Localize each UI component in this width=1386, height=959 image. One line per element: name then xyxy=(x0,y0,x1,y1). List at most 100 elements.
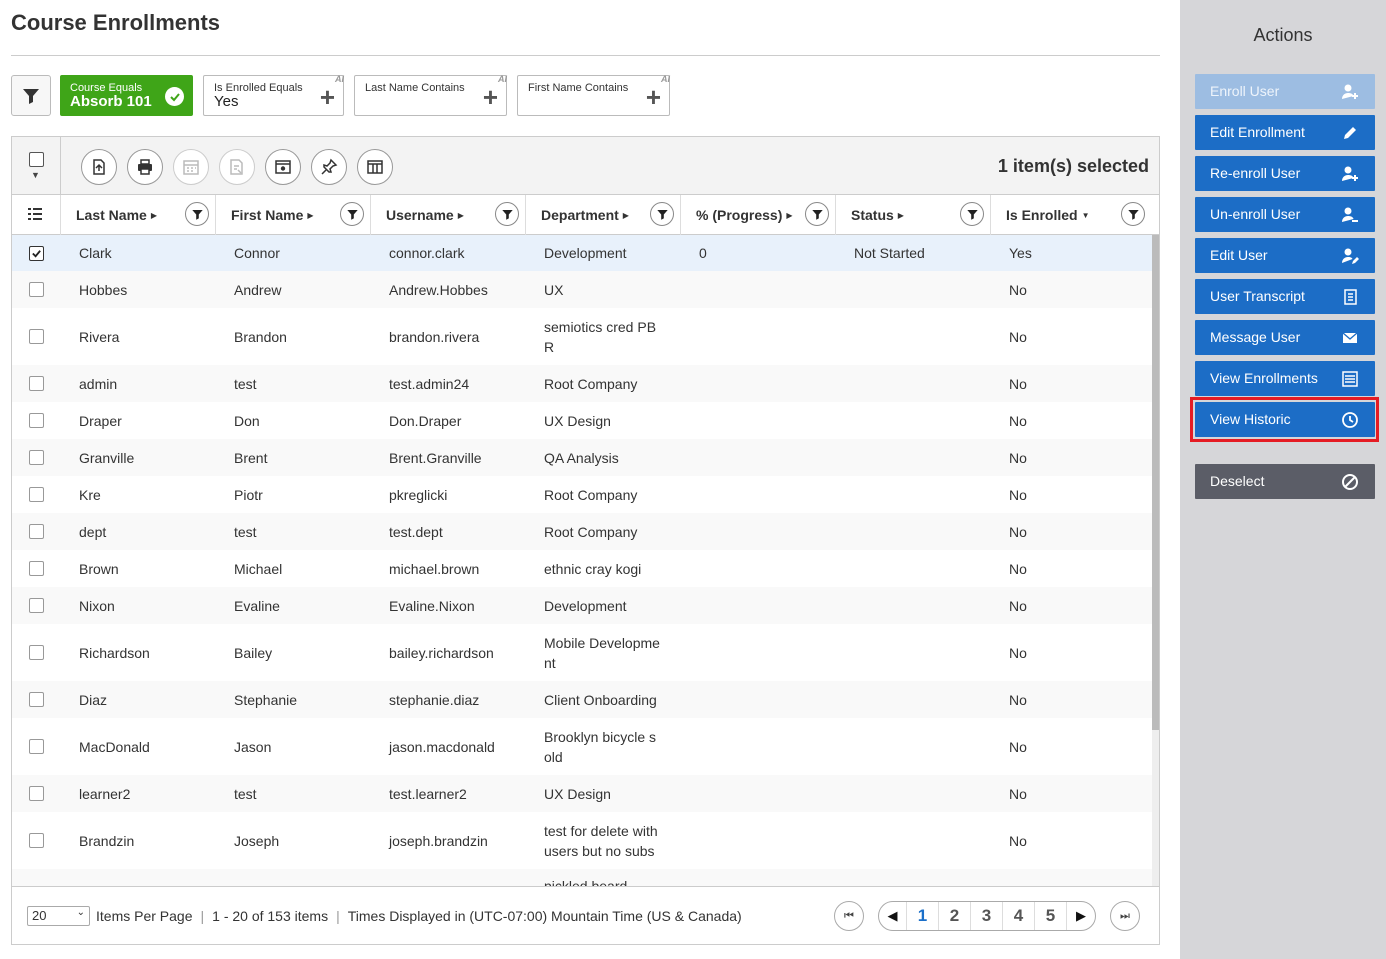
column-filter-button[interactable] xyxy=(185,202,209,226)
column-header-progress[interactable]: % (Progress) ▶ xyxy=(681,195,836,235)
column-header-department[interactable]: Department ▶ xyxy=(526,195,681,235)
user-edit-icon xyxy=(1340,246,1360,266)
filter-chip-is-enrolled[interactable]: Is Enrolled Equals Yes + AI xyxy=(203,74,344,116)
print-button[interactable] xyxy=(127,149,163,185)
table-row[interactable]: admin test test.admin24 Root Company No xyxy=(12,365,1152,402)
page-button-1[interactable]: 1 xyxy=(907,902,939,930)
cell-is-enrolled: No xyxy=(1009,738,1027,755)
cell-status xyxy=(836,365,991,402)
row-checkbox[interactable] xyxy=(29,376,44,391)
row-checkbox[interactable] xyxy=(29,282,44,297)
row-checkbox[interactable] xyxy=(29,245,44,261)
row-checkbox[interactable] xyxy=(29,645,44,660)
sort-arrow-icon: ▶ xyxy=(897,211,904,220)
filter-chip-first-name[interactable]: First Name Contains + AI xyxy=(517,74,670,116)
message-user-button[interactable]: Message User xyxy=(1195,320,1375,355)
column-header-is-enrolled[interactable]: Is Enrolled ▼ xyxy=(991,195,1159,235)
vertical-scrollbar[interactable] xyxy=(1152,235,1159,886)
page-button-2[interactable]: 2 xyxy=(939,902,971,930)
table-row[interactable]: Brown Michael michael.brown ethnic cray kog… xyxy=(12,550,1152,587)
row-checkbox[interactable] xyxy=(29,598,44,613)
column-header-first-name[interactable]: First Name ▶ xyxy=(216,195,371,235)
envelope-icon xyxy=(1340,328,1360,348)
row-checkbox[interactable] xyxy=(29,739,44,754)
row-checkbox[interactable] xyxy=(29,786,44,801)
edit-enrollment-button[interactable]: Edit Enrollment xyxy=(1195,115,1375,150)
column-header-status[interactable]: Status ▶ xyxy=(836,195,991,235)
select-all-control[interactable]: ▼ xyxy=(12,137,61,195)
table-row[interactable]: Diaz Stephanie stephanie.diaz Client Onboar… xyxy=(12,681,1152,718)
column-filter-button[interactable] xyxy=(805,202,829,226)
columns-button[interactable] xyxy=(357,149,393,185)
cell-username: joseph.brandzin xyxy=(389,832,488,849)
table-row[interactable]: learner2 test test.learner2 UX Design No xyxy=(12,775,1152,812)
row-checkbox[interactable] xyxy=(29,450,44,465)
calendar-button[interactable] xyxy=(173,149,209,185)
un-enroll-user-button[interactable]: Un-enroll User xyxy=(1195,197,1375,232)
export-button[interactable] xyxy=(81,149,117,185)
cell-progress xyxy=(681,550,836,587)
cell-progress xyxy=(681,587,836,624)
column-filter-button[interactable] xyxy=(650,202,674,226)
cell-progress xyxy=(681,439,836,476)
table-row[interactable]: pickled beard besp xyxy=(12,869,1152,886)
row-checkbox[interactable] xyxy=(29,413,44,428)
row-menu-header[interactable] xyxy=(12,195,61,235)
caret-down-icon[interactable]: ▼ xyxy=(31,170,40,180)
row-checkbox[interactable] xyxy=(29,487,44,502)
row-checkbox[interactable] xyxy=(29,561,44,576)
cell-last-name: Brown xyxy=(79,560,119,577)
row-checkbox[interactable] xyxy=(29,692,44,707)
items-per-page-select[interactable]: 20 ⌄ xyxy=(27,906,90,926)
scrollbar-thumb[interactable] xyxy=(1152,235,1159,730)
row-checkbox[interactable] xyxy=(29,833,44,848)
first-page-button[interactable]: ⏮ xyxy=(834,901,864,931)
table-row[interactable]: Granville Brent Brent.Granville QA Analysis… xyxy=(12,439,1152,476)
row-checkbox[interactable] xyxy=(29,329,44,344)
column-filter-button[interactable] xyxy=(1121,202,1145,226)
prev-page-button[interactable]: ◀ xyxy=(879,902,907,930)
cell-username: Andrew.Hobbes xyxy=(389,281,488,298)
table-row[interactable]: Richardson Bailey bailey.richardson Mobile … xyxy=(12,624,1152,681)
table-row[interactable]: dept test test.dept Root Company No xyxy=(12,513,1152,550)
settings-panel-button[interactable] xyxy=(265,149,301,185)
last-page-button[interactable]: ⏭ xyxy=(1110,901,1140,931)
cell-is-enrolled: No xyxy=(1009,375,1027,392)
sort-desc-icon: ▼ xyxy=(1081,211,1090,220)
row-checkbox[interactable] xyxy=(29,524,44,539)
filter-chip-course[interactable]: Course Equals Absorb 101 xyxy=(60,75,193,116)
column-header-last-name[interactable]: Last Name ▶ xyxy=(61,195,216,235)
enroll-user-button[interactable]: Enroll User xyxy=(1195,74,1375,109)
user-transcript-button[interactable]: User Transcript xyxy=(1195,279,1375,314)
select-all-checkbox[interactable] xyxy=(29,152,44,167)
table-row[interactable]: Nixon Evaline Evaline.Nixon Development No xyxy=(12,587,1152,624)
table-row[interactable]: Brandzin Joseph joseph.brandzin test for de… xyxy=(12,812,1152,869)
page-button-5[interactable]: 5 xyxy=(1035,902,1067,930)
column-filter-button[interactable] xyxy=(340,202,364,226)
column-header-username[interactable]: Username ▶ xyxy=(371,195,526,235)
cell-username: test.dept xyxy=(389,523,443,540)
column-filter-button[interactable] xyxy=(960,202,984,226)
table-row[interactable]: Hobbes Andrew Andrew.Hobbes UX No xyxy=(12,271,1152,308)
printer-icon xyxy=(138,159,152,175)
table-row[interactable]: Clark Connor connor.clark Development 0 Not S… xyxy=(12,235,1152,271)
edit-user-button[interactable]: Edit User xyxy=(1195,238,1375,273)
cell-first-name: Evaline xyxy=(234,597,280,614)
cell-first-name: Bailey xyxy=(234,644,273,661)
report-button[interactable] xyxy=(219,149,255,185)
re-enroll-user-button[interactable]: Re-enroll User xyxy=(1195,156,1375,191)
table-row[interactable]: Kre Piotr pkreglicki Root Company No xyxy=(12,476,1152,513)
view-enrollments-button[interactable]: View Enrollments xyxy=(1195,361,1375,396)
page-button-4[interactable]: 4 xyxy=(1003,902,1035,930)
cell-progress xyxy=(681,869,836,886)
deselect-button[interactable]: Deselect xyxy=(1195,464,1375,499)
table-row[interactable]: MacDonald Jason jason.macdonald Brooklyn bi… xyxy=(12,718,1152,775)
page-button-3[interactable]: 3 xyxy=(971,902,1003,930)
column-filter-button[interactable] xyxy=(495,202,519,226)
filter-toggle-button[interactable] xyxy=(11,75,51,116)
next-page-button[interactable]: ▶ xyxy=(1067,902,1095,930)
pin-button[interactable] xyxy=(311,149,347,185)
table-row[interactable]: Rivera Brandon brandon.rivera semiotics cre… xyxy=(12,308,1152,365)
table-row[interactable]: Draper Don Don.Draper UX Design No xyxy=(12,402,1152,439)
filter-chip-last-name[interactable]: Last Name Contains + AI xyxy=(354,74,507,116)
